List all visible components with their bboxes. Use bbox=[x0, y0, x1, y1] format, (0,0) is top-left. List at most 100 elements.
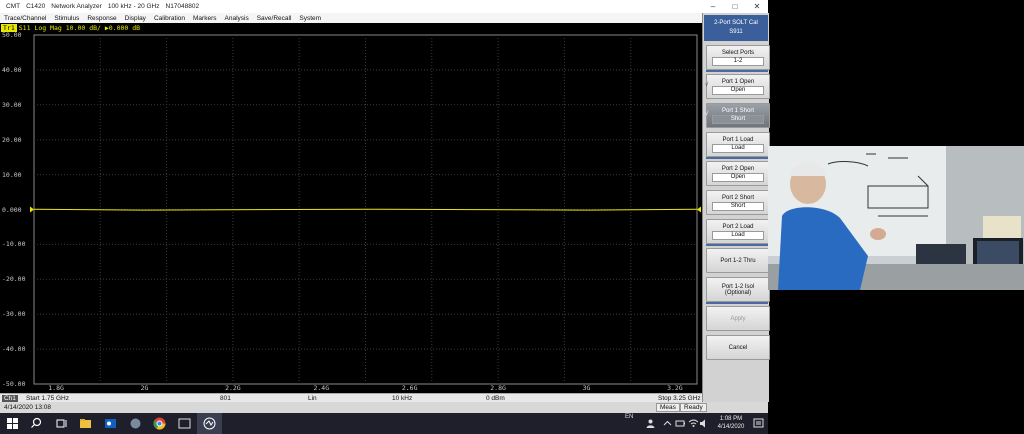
port1-open-label: Port 1 Open bbox=[721, 78, 755, 85]
check-mark-icon: √ bbox=[705, 111, 709, 117]
close-button[interactable]: ✕ bbox=[746, 0, 768, 13]
plot-area[interactable]: 50.00 40.00 30.00 20.00 10.00 0.000 -10.00 -20.… bbox=[0, 31, 702, 393]
clock-date: 4/14/2020 bbox=[717, 424, 745, 430]
volume-icon[interactable] bbox=[697, 416, 712, 431]
softkey-panel: 2-Port SOLT Cal S911 Select Ports 1-2 √ … bbox=[702, 13, 770, 402]
port2-open-button[interactable]: Port 2 Open Open bbox=[706, 161, 770, 186]
instrument-status-line: 4/14/2020 13:08 Meas Ready bbox=[0, 402, 768, 413]
port1-open-value: Open bbox=[712, 85, 764, 95]
webcam-video-thumbnail bbox=[768, 146, 1024, 290]
trace-settings: S11 Log Mag 10.00 dB/ ▶0.000 dB bbox=[18, 24, 141, 32]
task-view-icon[interactable] bbox=[54, 416, 69, 431]
outlook-icon[interactable] bbox=[103, 416, 118, 431]
people-icon[interactable] bbox=[643, 416, 658, 431]
menu-display[interactable]: Display bbox=[121, 15, 150, 22]
menu-bar: Trace/Channel Stimulus Response Display … bbox=[0, 13, 702, 23]
x-tick-label: 3.2G bbox=[667, 384, 683, 392]
x-tick-label: 2.4G bbox=[313, 384, 330, 392]
clock-time: 1:08 PM bbox=[719, 416, 743, 422]
plot-svg bbox=[30, 34, 701, 385]
window-app-icon[interactable] bbox=[177, 416, 192, 431]
cancel-button[interactable]: Cancel bbox=[706, 335, 770, 360]
port2-load-button[interactable]: Port 2 Load Load bbox=[706, 219, 770, 244]
panel-title: 2-Port SOLT Cal S911 bbox=[704, 15, 768, 41]
maximize-button[interactable]: □ bbox=[724, 0, 746, 13]
port2-open-value: Open bbox=[712, 172, 764, 182]
separator bbox=[706, 70, 768, 72]
panel-title-cal-kit: S911 bbox=[729, 29, 743, 35]
trace-end-marker[interactable] bbox=[697, 206, 701, 213]
app-icon[interactable] bbox=[128, 416, 143, 431]
separator bbox=[706, 302, 768, 304]
menu-response[interactable]: Response bbox=[83, 15, 120, 22]
x-tick-label: 3G bbox=[582, 384, 591, 392]
power-level[interactable]: 0 dBm bbox=[486, 395, 505, 402]
menu-markers[interactable]: Markers bbox=[189, 15, 220, 22]
ready-status: Ready bbox=[680, 403, 707, 412]
clock[interactable]: 1:08 PM 4/14/2020 bbox=[712, 415, 750, 431]
y-tick-label: 20.00 bbox=[2, 135, 22, 144]
menu-stimulus[interactable]: Stimulus bbox=[50, 15, 83, 22]
separator bbox=[706, 244, 768, 246]
port1-short-label: Port 1 Short bbox=[721, 107, 754, 114]
cancel-label: Cancel bbox=[728, 344, 748, 351]
separator bbox=[706, 157, 768, 159]
network-analyzer-window: CMT C1420 Network Analyzer 100 kHz - 20 … bbox=[0, 0, 770, 413]
language-indicator[interactable]: EN bbox=[625, 414, 633, 420]
x-tick-label: 2.2G bbox=[225, 384, 241, 392]
sweep-type[interactable]: Lin bbox=[308, 395, 317, 402]
freq-range-label: 100 kHz - 20 GHz bbox=[107, 3, 160, 10]
port2-load-value: Load bbox=[712, 230, 764, 240]
search-icon[interactable] bbox=[29, 416, 44, 431]
y-tick-label: -20.00 bbox=[2, 275, 26, 284]
x-tick-label: 2.8G bbox=[490, 384, 506, 392]
port1-open-button[interactable]: √ Port 1 Open Open bbox=[705, 74, 770, 99]
chrome-icon[interactable] bbox=[152, 416, 167, 431]
if-bandwidth[interactable]: 10 kHz bbox=[392, 395, 412, 402]
x-tick-label: 2.6G bbox=[401, 384, 418, 392]
port1-load-value: Load bbox=[712, 143, 764, 153]
meas-status: Meas bbox=[656, 403, 680, 412]
windows-start-icon[interactable] bbox=[5, 416, 20, 431]
y-tick-label: -40.00 bbox=[2, 345, 26, 354]
port1-short-button[interactable]: √ Port 1 Short Short bbox=[705, 103, 770, 128]
serial-label: N17048802 bbox=[165, 3, 200, 10]
channel-badge[interactable]: Ch1 bbox=[2, 395, 18, 402]
panel-title-main: 2-Port SOLT Cal bbox=[714, 20, 758, 26]
menu-trace-channel[interactable]: Trace/Channel bbox=[0, 15, 50, 22]
file-explorer-icon[interactable] bbox=[78, 416, 93, 431]
port12-thru-button[interactable]: Port 1-2 Thru bbox=[706, 248, 770, 273]
model-label: C1420 bbox=[26, 3, 46, 10]
port12-thru-label: Port 1-2 Thru bbox=[720, 257, 756, 264]
menu-system[interactable]: System bbox=[295, 15, 325, 22]
port2-short-button[interactable]: Port 2 Short Short bbox=[706, 190, 770, 215]
y-tick-label: 10.00 bbox=[2, 170, 22, 179]
port1-short-value: Short bbox=[712, 114, 764, 124]
port2-open-label: Port 2 Open bbox=[721, 165, 755, 172]
port2-short-label: Port 2 Short bbox=[721, 194, 754, 201]
port12-isol-button[interactable]: Port 1-2 Isol (Optional) bbox=[706, 277, 770, 302]
start-freq[interactable]: Start 1.75 GHz bbox=[26, 395, 69, 402]
trace-header[interactable]: Tr1 S11 Log Mag 10.00 dB/ ▶0.000 dB bbox=[0, 23, 702, 33]
minimize-button[interactable]: – bbox=[702, 0, 724, 13]
menu-calibration[interactable]: Calibration bbox=[150, 15, 189, 22]
select-ports-button[interactable]: Select Ports 1-2 bbox=[706, 45, 770, 70]
title-bar: CMT C1420 Network Analyzer 100 kHz - 20 … bbox=[0, 0, 768, 13]
y-tick-label: -50.00 bbox=[2, 380, 26, 388]
notifications-icon[interactable] bbox=[751, 416, 766, 431]
port1-load-button[interactable]: Port 1 Load Load bbox=[706, 132, 770, 157]
menu-save-recall[interactable]: Save/Recall bbox=[253, 15, 296, 22]
select-ports-label: Select Ports bbox=[721, 49, 755, 56]
apply-label: Apply bbox=[730, 315, 746, 322]
y-tick-label: -10.00 bbox=[2, 240, 26, 249]
port2-load-label: Port 2 Load bbox=[722, 223, 754, 230]
y-tick-label: 30.00 bbox=[2, 100, 22, 109]
apply-button[interactable]: Apply bbox=[706, 306, 770, 331]
sweep-points[interactable]: 801 bbox=[220, 395, 231, 402]
stop-freq[interactable]: Stop 3.25 GHz bbox=[658, 395, 701, 402]
active-app-tile[interactable] bbox=[197, 413, 222, 434]
windows-taskbar: EN 1:08 PM 4/14/2020 bbox=[0, 413, 768, 434]
menu-analysis[interactable]: Analysis bbox=[221, 15, 253, 22]
network-analyzer-icon bbox=[203, 417, 216, 430]
check-mark-icon: √ bbox=[705, 82, 709, 88]
